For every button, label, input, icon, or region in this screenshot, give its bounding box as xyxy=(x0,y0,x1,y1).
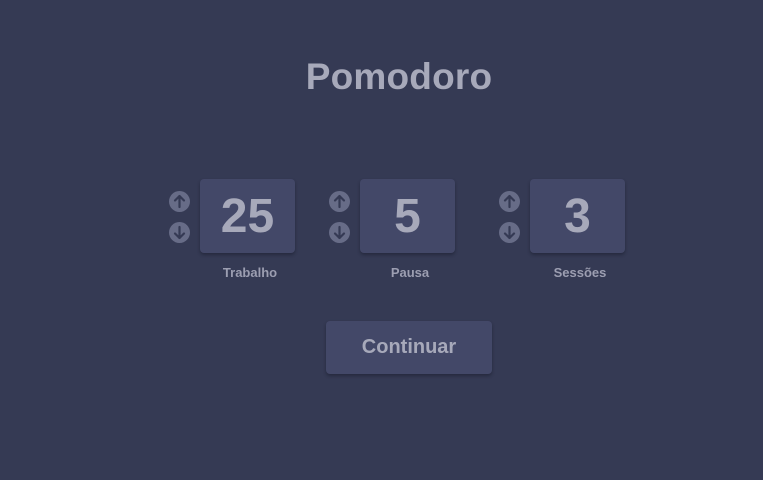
arrow-down-icon xyxy=(503,225,516,240)
arrow-down-icon xyxy=(333,225,346,240)
break-arrows xyxy=(329,191,351,253)
arrow-down-icon xyxy=(173,225,186,240)
sessions-increase-button[interactable] xyxy=(499,191,520,212)
work-decrease-button[interactable] xyxy=(169,222,190,243)
sessions-arrows xyxy=(499,191,521,253)
break-increase-button[interactable] xyxy=(329,191,350,212)
work-arrows xyxy=(169,191,191,253)
pomodoro-app: Pomodoro 25 Trabalho 5 Pausa 3 Sessões C… xyxy=(0,0,763,480)
break-decrease-button[interactable] xyxy=(329,222,350,243)
sessions-decrease-button[interactable] xyxy=(499,222,520,243)
break-label: Pausa xyxy=(390,265,430,280)
work-label: Trabalho xyxy=(222,265,278,280)
arrow-up-icon xyxy=(503,194,516,209)
arrow-up-icon xyxy=(173,194,186,209)
arrow-up-icon xyxy=(333,194,346,209)
break-value: 5 xyxy=(360,179,455,253)
work-increase-button[interactable] xyxy=(169,191,190,212)
page-title: Pomodoro xyxy=(305,56,493,97)
sessions-value: 3 xyxy=(530,179,625,253)
sessions-label: Sessões xyxy=(553,265,607,280)
continue-button[interactable]: Continuar xyxy=(326,321,492,374)
work-value: 25 xyxy=(200,179,295,253)
